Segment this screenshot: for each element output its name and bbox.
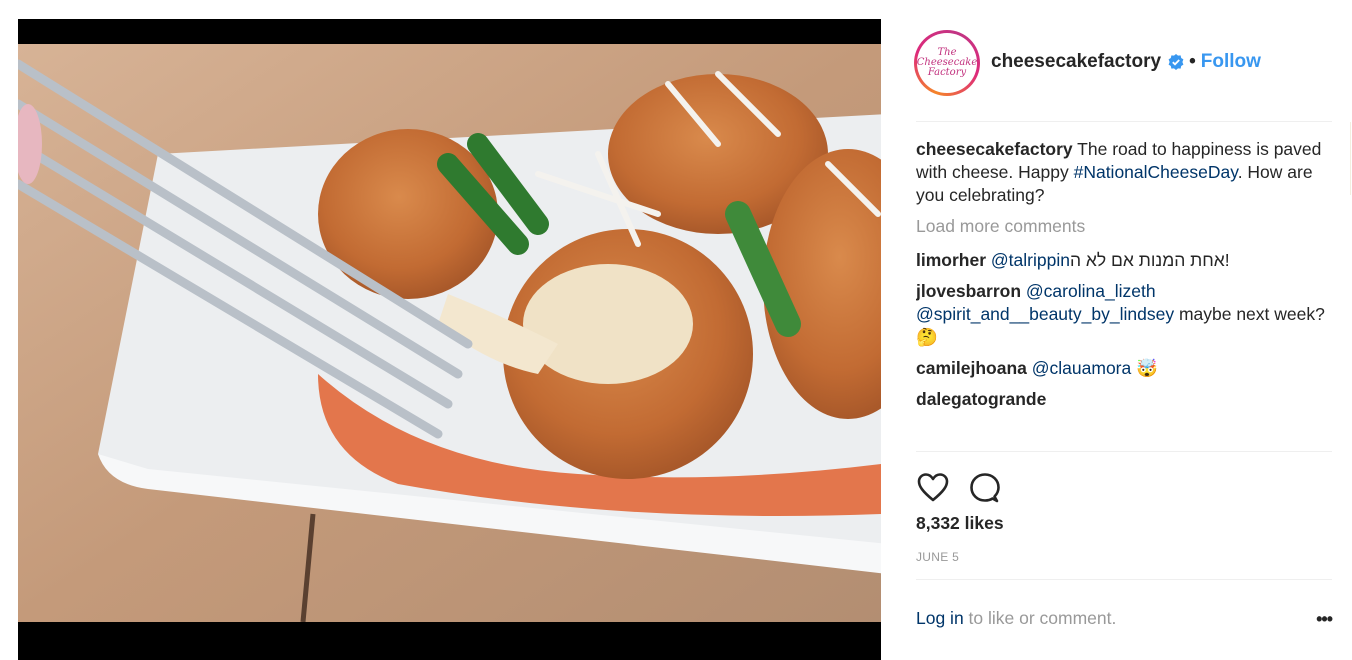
comment-username[interactable]: camilejhoana [916, 358, 1027, 378]
comment-item: dalegatogrande [916, 388, 1332, 411]
login-prompt-text: to like or comment. [963, 608, 1117, 628]
separator-dot: • [1189, 51, 1196, 72]
post-photo [18, 44, 881, 622]
caption: cheesecakefactory The road to happiness … [916, 138, 1332, 207]
comment-mention[interactable]: @clauamora [1032, 358, 1131, 378]
comment-item: limorher @talrippin !אחת המנות אם לא ה [916, 249, 1332, 272]
author-row: cheesecakefactory • Follow [991, 51, 1261, 73]
verified-badge-icon [1168, 54, 1184, 70]
post-actions [916, 471, 1002, 505]
scroll-edge [1350, 122, 1351, 195]
login-link[interactable]: Log in [916, 608, 964, 628]
caption-username[interactable]: cheesecakefactory [916, 139, 1073, 159]
post-date[interactable]: JUNE 5 [916, 550, 959, 564]
thinking-emoji-icon: 🤔 [916, 327, 938, 347]
caption-hashtag[interactable]: #NationalCheeseDay [1074, 162, 1238, 182]
comment-username[interactable]: dalegatogrande [916, 389, 1046, 409]
comments-list[interactable]: cheesecakefactory The road to happiness … [916, 138, 1332, 451]
post-media[interactable] [18, 19, 881, 660]
more-options-button[interactable]: ••• [1316, 609, 1333, 630]
comment-item: jlovesbarron @carolina_lizeth @spirit_an… [916, 280, 1332, 349]
avatar-logo: The Cheesecake Factory [917, 33, 977, 93]
comment-mention[interactable]: @talrippin [991, 250, 1070, 270]
header-divider [916, 121, 1332, 122]
comment-text: maybe next week? [1174, 304, 1325, 324]
author-username[interactable]: cheesecakefactory [991, 51, 1161, 73]
comments-divider [916, 451, 1332, 452]
post-header: The Cheesecake Factory cheesecakefactory… [914, 19, 1332, 121]
comment-text: !אחת המנות אם לא ה [1069, 250, 1235, 270]
author-avatar[interactable]: The Cheesecake Factory [914, 30, 980, 96]
exploding-head-emoji-icon: 🤯 [1136, 358, 1158, 378]
comment-item: camilejhoana @clauamora 🤯 [916, 357, 1332, 380]
comment-username[interactable]: limorher [916, 250, 986, 270]
footer-divider [916, 579, 1332, 580]
login-prompt: Log in to like or comment. [916, 608, 1116, 629]
likes-count[interactable]: 8,332 likes [916, 513, 1004, 534]
follow-button[interactable]: Follow [1201, 51, 1261, 73]
comment-bubble-icon[interactable] [968, 471, 1002, 505]
post-details-panel: The Cheesecake Factory cheesecakefactory… [914, 19, 1333, 660]
load-more-comments-button[interactable]: Load more comments [916, 215, 1332, 238]
comment-username[interactable]: jlovesbarron [916, 281, 1021, 301]
heart-icon[interactable] [916, 471, 950, 505]
